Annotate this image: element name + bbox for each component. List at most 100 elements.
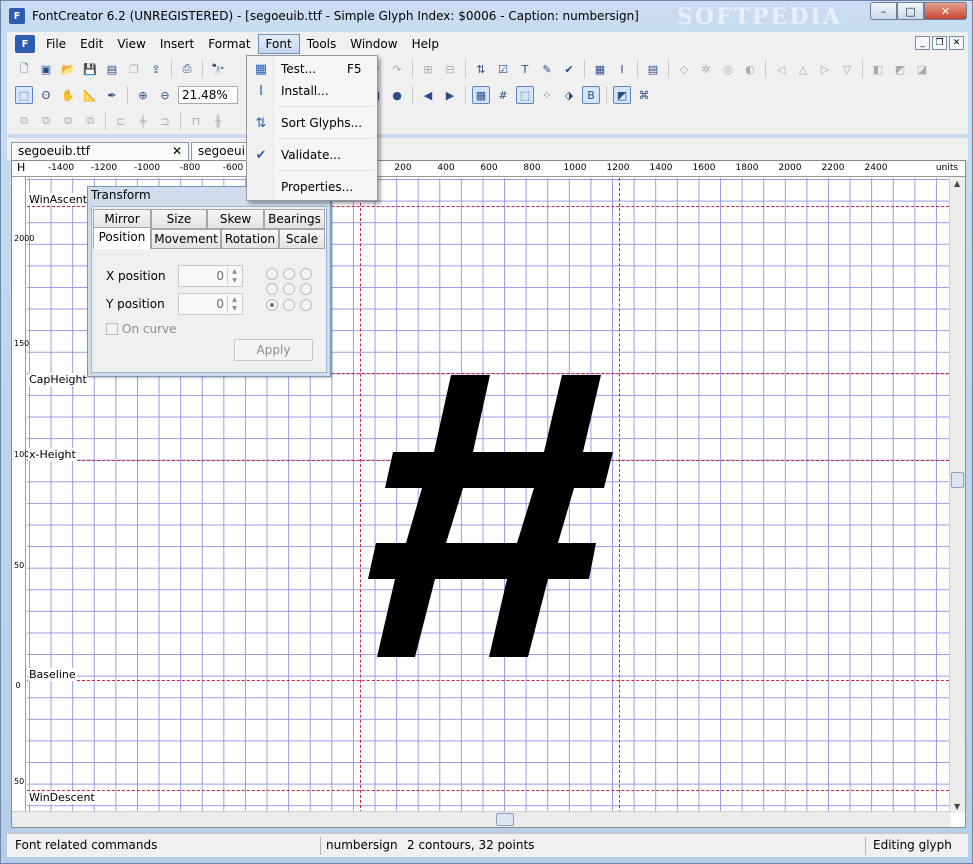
apply-button[interactable]: Apply: [234, 339, 313, 361]
mdi-restore-button[interactable]: ❐: [932, 36, 947, 50]
mdi-close-button[interactable]: ✕: [949, 36, 964, 50]
ungroup-icon[interactable]: ⧉: [37, 112, 55, 130]
scroll-down-icon[interactable]: ▼: [954, 802, 960, 811]
new-window-icon[interactable]: ▣: [37, 60, 55, 78]
measure-icon[interactable]: 📐: [81, 86, 99, 104]
save-icon[interactable]: 💾: [81, 60, 99, 78]
tab-scale[interactable]: Scale: [279, 229, 325, 249]
menu-help[interactable]: Help: [405, 35, 446, 53]
vertical-scrollbar[interactable]: ▲ ▼: [949, 177, 965, 813]
align-down-icon[interactable]: ▽: [838, 60, 856, 78]
tab-close-icon[interactable]: ✕: [172, 144, 182, 158]
snap-grid-icon[interactable]: ⬚: [516, 86, 534, 104]
align-top-icon[interactable]: ⊓: [187, 112, 205, 130]
horizontal-scroll-thumb[interactable]: [496, 813, 514, 826]
fontcreator-app-icon[interactable]: F: [9, 8, 25, 24]
menu-sort-glyphs[interactable]: ⇅ Sort Glyphs...: [249, 112, 375, 134]
effects-icon[interactable]: ✲: [697, 60, 715, 78]
tab-bearings[interactable]: Bearings: [264, 209, 325, 229]
zoom-level-input[interactable]: 21.48%: [178, 86, 238, 104]
tab-skew[interactable]: Skew: [207, 209, 264, 229]
test-font-icon[interactable]: ▦: [591, 60, 609, 78]
copy-doc-icon[interactable]: ❐: [125, 60, 143, 78]
outline-mode-icon[interactable]: ◩: [613, 86, 631, 104]
insert-glyph-icon[interactable]: ⊞: [419, 60, 437, 78]
spinner-arrows-icon[interactable]: ▲ ▼: [227, 267, 241, 285]
y-position-spinner[interactable]: 0 ▲ ▼: [178, 293, 243, 315]
menu-test[interactable]: ▦ Test... F5: [249, 58, 375, 80]
previous-glyph-icon[interactable]: ◀: [419, 86, 437, 104]
left-bearing-line[interactable]: [360, 178, 361, 818]
properties-icon[interactable]: ▤: [644, 60, 662, 78]
hand-pan-icon[interactable]: ✋: [59, 86, 77, 104]
new-file-icon[interactable]: 🗋: [15, 60, 33, 78]
edit-tool-icon[interactable]: ✎: [538, 60, 556, 78]
next-glyph-icon[interactable]: ▶: [441, 86, 459, 104]
pen-icon[interactable]: ✒: [103, 86, 121, 104]
anchor-bottom-center[interactable]: [283, 299, 295, 311]
menu-file[interactable]: File: [39, 35, 73, 53]
menu-properties[interactable]: Properties...: [249, 176, 375, 198]
close-window-button[interactable]: ✕: [924, 2, 967, 20]
text-tool-icon[interactable]: T: [516, 60, 534, 78]
insert-chars-icon[interactable]: ⊟: [441, 60, 459, 78]
anchor-middle-center[interactable]: [283, 283, 295, 295]
select-rect-icon[interactable]: ⬚: [15, 86, 33, 104]
save-all-icon[interactable]: ▤: [103, 60, 121, 78]
zoom-out-icon[interactable]: ⊖: [156, 86, 174, 104]
anchor-middle-left[interactable]: [266, 283, 278, 295]
anchor-middle-right[interactable]: [300, 283, 312, 295]
zoom-in-icon[interactable]: ⊕: [134, 86, 152, 104]
menu-insert[interactable]: Insert: [153, 35, 201, 53]
menu-format[interactable]: Format: [201, 35, 257, 53]
print-icon[interactable]: ⎙: [178, 60, 196, 78]
x-position-spinner[interactable]: 0 ▲ ▼: [178, 265, 243, 287]
scroll-up-icon[interactable]: ▲: [954, 179, 960, 188]
validate-check-icon[interactable]: ✔: [560, 60, 578, 78]
center-horizontal-icon[interactable]: ╪: [134, 112, 152, 130]
install-font-icon[interactable]: I: [613, 60, 631, 78]
anchor-top-right[interactable]: [300, 268, 312, 280]
menu-font[interactable]: Font: [257, 34, 300, 54]
numbersign-glyph[interactable]: [368, 374, 618, 659]
maximize-button[interactable]: □: [897, 2, 924, 20]
anchor-bottom-left[interactable]: [266, 299, 278, 311]
mdi-minimize-button[interactable]: _: [915, 36, 930, 50]
menu-window[interactable]: Window: [343, 35, 404, 53]
document-menu-icon[interactable]: F: [15, 35, 35, 53]
sort-glyphs-icon[interactable]: ⇅: [472, 60, 490, 78]
tab-movement[interactable]: Movement: [151, 229, 221, 249]
validate-list-icon[interactable]: ☑: [494, 60, 512, 78]
align-left-icon[interactable]: ◁: [772, 60, 790, 78]
on-curve-checkbox[interactable]: [106, 323, 118, 335]
eraser-icon[interactable]: ◇: [675, 60, 693, 78]
center-vertical-icon[interactable]: ╫: [209, 112, 227, 130]
menu-tools[interactable]: Tools: [300, 35, 344, 53]
intersect-icon[interactable]: ◩: [891, 60, 909, 78]
tab-rotation[interactable]: Rotation: [221, 229, 279, 249]
open-folder-icon[interactable]: 📂: [59, 60, 77, 78]
minimize-button[interactable]: –: [870, 2, 897, 20]
lock-points-icon[interactable]: ⬗: [560, 86, 578, 104]
vertical-scroll-thumb[interactable]: [951, 472, 964, 488]
combine-icon[interactable]: ◧: [869, 60, 887, 78]
tab-segoeuib-ttf[interactable]: segoeuib.ttf ✕: [11, 142, 189, 160]
menu-view[interactable]: View: [110, 35, 152, 53]
guidelines-icon[interactable]: #: [494, 86, 512, 104]
tab-position[interactable]: Position: [93, 227, 151, 249]
export-icon[interactable]: ⇪: [147, 60, 165, 78]
menu-install[interactable]: I Install...: [249, 80, 375, 102]
tab-segoeuib-glyph[interactable]: segoeuib: [191, 142, 253, 160]
bearings-icon[interactable]: B: [582, 86, 600, 104]
menu-validate[interactable]: ✔ Validate...: [249, 144, 375, 166]
lasso-icon[interactable]: ʘ: [37, 86, 55, 104]
advance-width-line[interactable]: [619, 178, 620, 818]
align-horizontal-right-icon[interactable]: ⊐: [156, 112, 174, 130]
node-toggle-icon[interactable]: ⌘: [635, 86, 653, 104]
anchor-top-center[interactable]: [283, 268, 295, 280]
bring-forward-icon[interactable]: ⧉: [59, 112, 77, 130]
spinner-arrows-icon[interactable]: ▲ ▼: [227, 295, 241, 313]
find-icon[interactable]: 🔭: [209, 60, 227, 78]
anchor-top-left[interactable]: [266, 268, 278, 280]
grid-icon[interactable]: ▦: [472, 86, 490, 104]
